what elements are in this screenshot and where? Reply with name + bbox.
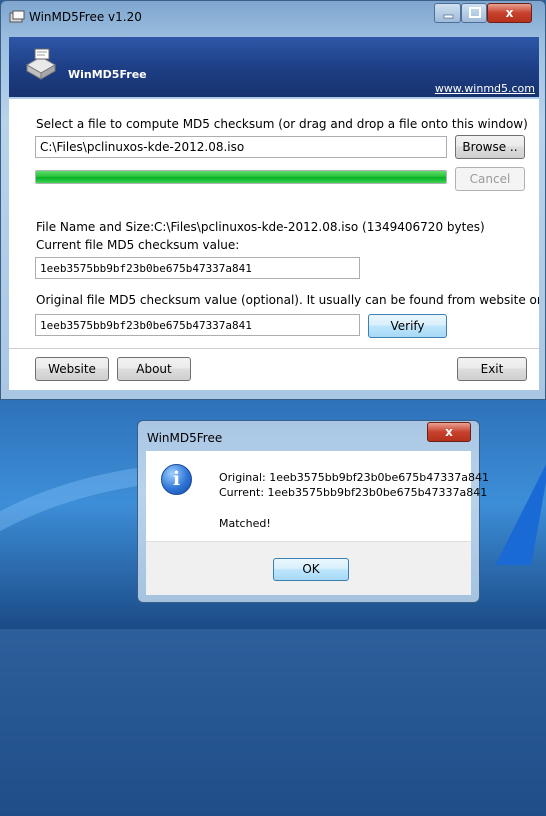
close-icon: x — [445, 425, 453, 439]
result-dialog: WinMD5Free x i Original: 1eeb3575bb9bf23… — [137, 420, 489, 603]
window-title: WinMD5Free v1.20 — [29, 10, 142, 24]
dialog-close-button[interactable]: x — [427, 422, 471, 442]
progress-bar — [35, 170, 447, 184]
dialog-title: WinMD5Free — [147, 431, 223, 445]
maximize-icon — [469, 7, 481, 18]
app-logo — [25, 48, 57, 80]
ok-button[interactable]: OK — [273, 558, 349, 581]
exit-button[interactable]: Exit — [457, 357, 527, 381]
website-button[interactable]: Website — [35, 357, 109, 381]
minimize-button[interactable] — [434, 3, 461, 23]
about-button[interactable]: About — [117, 357, 191, 381]
current-checksum-label: Current file MD5 checksum value: — [36, 238, 240, 252]
close-button[interactable]: x — [487, 3, 532, 23]
current-checksum-field[interactable]: 1eeb3575bb9bf23b0be675b47337a841 — [35, 257, 360, 279]
minimize-icon — [443, 14, 454, 19]
verify-button[interactable]: Verify — [368, 314, 447, 338]
desktop-logo-fragment — [495, 455, 546, 565]
header-banner: WinMD5Free www.winmd5.com — [9, 37, 539, 97]
browse-button[interactable]: Browse .. — [455, 135, 525, 159]
dialog-current-line: Current: 1eeb3575bb9bf23b0be675b47337a84… — [219, 486, 488, 499]
file-name-size-value: C:\Files\pclinuxos-kde-2012.08.iso (1349… — [154, 220, 485, 234]
info-icon: i — [161, 464, 192, 495]
dialog-original-line: Original: 1eeb3575bb9bf23b0be675b47337a8… — [219, 471, 490, 484]
maximize-button[interactable] — [461, 3, 487, 23]
cancel-button[interactable]: Cancel — [455, 167, 525, 191]
main-window: WinMD5Free v1.20 x WinMD5Free www.winmd5… — [0, 0, 546, 400]
title-bar[interactable]: WinMD5Free v1.20 x — [1, 1, 545, 35]
original-checksum-label: Original file MD5 checksum value (option… — [36, 293, 539, 307]
main-panel: Select a file to compute MD5 checksum (o… — [9, 99, 539, 390]
progress-fill — [36, 171, 446, 183]
dialog-result-text: Matched! — [219, 517, 271, 530]
file-name-size-label: File Name and Size: — [36, 220, 155, 234]
footer-divider — [9, 348, 539, 349]
website-link[interactable]: www.winmd5.com — [435, 82, 535, 95]
close-icon: x — [505, 6, 514, 20]
original-checksum-input[interactable]: 1eeb3575bb9bf23b0be675b47337a841 — [35, 314, 360, 336]
banner-title: WinMD5Free — [68, 68, 147, 81]
app-icon — [9, 10, 25, 23]
dialog-footer: OK — [146, 541, 471, 595]
dialog-body: i Original: 1eeb3575bb9bf23b0be675b47337… — [146, 451, 489, 595]
file-path-input[interactable]: C:\Files\pclinuxos-kde-2012.08.iso — [35, 136, 447, 158]
select-file-prompt: Select a file to compute MD5 checksum (o… — [36, 117, 528, 131]
